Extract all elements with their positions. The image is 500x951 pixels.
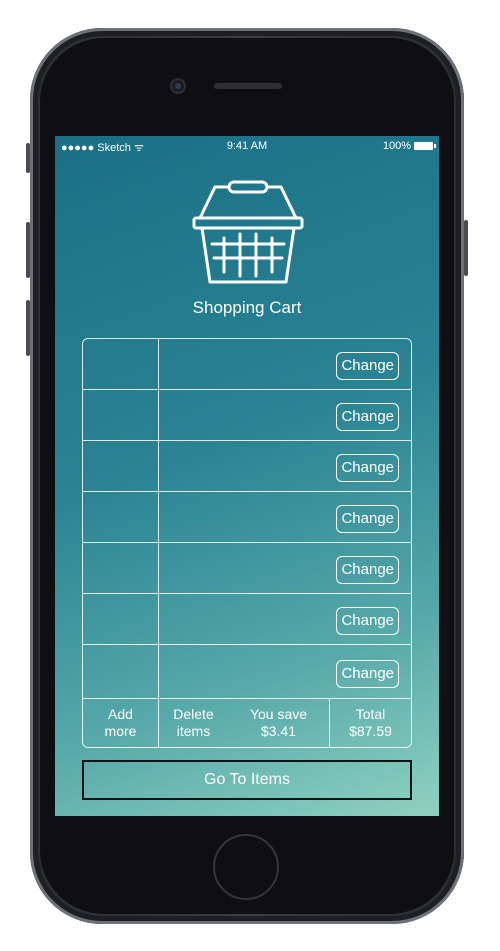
change-button[interactable]: Change xyxy=(336,454,399,482)
column-divider xyxy=(158,492,159,542)
total-amount: $87.59 xyxy=(349,723,392,739)
status-bar: ●●●●● Sketch ᯤ 9:41 AM 100% xyxy=(55,136,439,156)
cart-row: Change xyxy=(83,390,411,441)
column-divider xyxy=(158,441,159,491)
cart-row: Change xyxy=(83,492,411,543)
delete-items-button[interactable]: Delete items xyxy=(158,699,228,747)
delete-items-label-line2: items xyxy=(176,723,211,739)
change-button[interactable]: Change xyxy=(336,556,399,584)
cart-row: Change xyxy=(83,339,411,390)
front-camera xyxy=(172,80,184,92)
savings-summary: You save $3.41 xyxy=(228,699,329,747)
battery-percent: 100% xyxy=(382,140,411,152)
change-button[interactable]: Change xyxy=(336,403,399,431)
total-label: Total xyxy=(355,706,386,722)
power-button xyxy=(464,220,468,276)
cart-table: Change Change Change Change Change Chang… xyxy=(82,338,412,748)
mute-switch xyxy=(26,143,30,173)
volume-down-button xyxy=(26,300,30,356)
cart-row: Change xyxy=(83,441,411,492)
column-divider xyxy=(158,645,159,698)
app-screen: ●●●●● Sketch ᯤ 9:41 AM 100% Shopping Car… xyxy=(55,136,439,816)
column-divider xyxy=(158,339,159,389)
cart-summary: Add more Delete items You save $3.41 Tot… xyxy=(83,699,411,747)
savings-amount: $3.41 xyxy=(260,723,297,739)
shopping-basket-icon xyxy=(192,180,304,284)
cart-row: Change xyxy=(83,594,411,645)
column-divider xyxy=(158,594,159,644)
column-divider xyxy=(158,390,159,440)
add-more-label-line2: more xyxy=(104,723,137,739)
total-summary: Total $87.59 xyxy=(329,699,411,747)
clock: 9:41 AM xyxy=(226,140,268,152)
go-to-items-button[interactable]: Go To Items xyxy=(82,760,412,800)
page-title: Shopping Cart xyxy=(192,298,302,317)
delete-items-label-line1: Delete xyxy=(173,706,214,722)
home-button[interactable] xyxy=(213,834,279,900)
change-button[interactable]: Change xyxy=(336,352,399,380)
cart-row: Change xyxy=(83,543,411,594)
battery-icon xyxy=(414,142,436,150)
change-button[interactable]: Change xyxy=(336,660,399,688)
add-more-button[interactable]: Add more xyxy=(83,699,158,747)
change-button[interactable]: Change xyxy=(336,607,399,635)
add-more-label-line1: Add xyxy=(108,706,133,722)
change-button[interactable]: Change xyxy=(336,505,399,533)
savings-label: You save xyxy=(249,706,308,722)
cart-row: Change xyxy=(83,645,411,699)
earpiece-speaker xyxy=(214,83,282,89)
volume-up-button xyxy=(26,222,30,278)
column-divider xyxy=(158,543,159,593)
